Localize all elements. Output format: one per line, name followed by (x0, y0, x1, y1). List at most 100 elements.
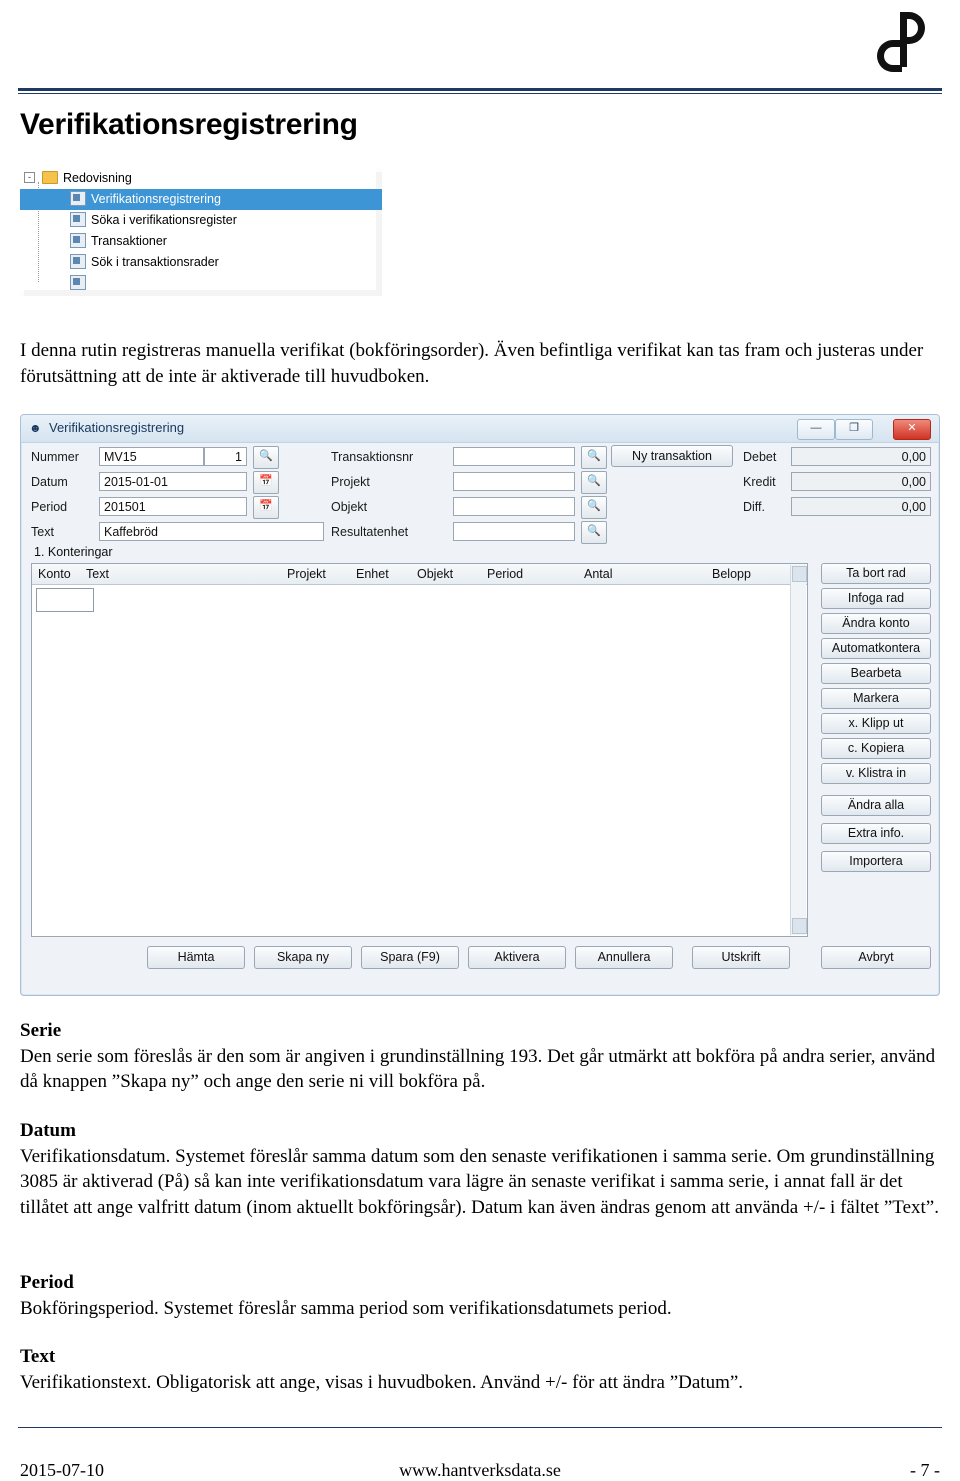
tree-item-soka-i-verifikationsregister[interactable]: Söka i verifikationsregister (20, 210, 376, 231)
side-button-extra-info[interactable]: Extra info. (821, 823, 931, 844)
nummer-nr-input[interactable]: 1 (204, 447, 247, 466)
window-minimize-button[interactable]: — (797, 419, 835, 440)
debet-value: 0,00 (791, 447, 931, 466)
objekt-label: Objekt (331, 500, 368, 514)
document-icon (70, 254, 86, 270)
side-button-andra-konto[interactable]: Ändra konto (821, 613, 931, 634)
projekt-label: Projekt (331, 475, 370, 489)
header-rule (18, 88, 942, 91)
nummer-search-icon[interactable]: 🔍 (253, 446, 279, 469)
scroll-down-button[interactable] (792, 918, 807, 934)
section-serie: Serie Den serie som föreslås är den som … (20, 1018, 940, 1095)
window-maximize-button[interactable]: ❐ (835, 419, 873, 440)
document-icon (70, 275, 86, 291)
side-button-bearbeta[interactable]: Bearbeta (821, 663, 931, 684)
section-body: Bokföringsperiod. Systemet föreslår samm… (20, 1297, 672, 1319)
grid-active-cell[interactable] (36, 588, 94, 612)
kredit-value: 0,00 (791, 472, 931, 491)
grid-col-antal: Antal (584, 567, 613, 581)
intro-paragraph: I denna rutin registreras manuella verif… (20, 340, 924, 387)
resultatenhet-input[interactable] (453, 522, 575, 541)
resultatenhet-search-icon[interactable]: 🔍 (581, 521, 607, 544)
footer-page-number: - 7 - (910, 1460, 940, 1480)
document-icon (70, 191, 86, 207)
section-body: Verifikationsdatum. Systemet föreslår sa… (20, 1145, 939, 1218)
transaktionsnr-label: Transaktionsnr (331, 450, 414, 464)
transaktionsnr-input[interactable] (453, 447, 575, 466)
side-button-kopiera[interactable]: c. Kopiera (821, 738, 931, 759)
grid-col-belopp: Belopp (712, 567, 751, 581)
nummer-label: Nummer (31, 450, 79, 464)
document-icon (70, 233, 86, 249)
konteringar-group-label: 1. Konteringar (31, 545, 116, 559)
window-titlebar: ☻ Verifikationsregistrering — ❐ ✕ (21, 415, 939, 443)
side-button-klistra-in[interactable]: v. Klistra in (821, 763, 931, 784)
tree-inner: - Redovisning Verifikationsregistrering … (20, 168, 382, 291)
ny-transaktion-button[interactable]: Ny transaktion (611, 445, 733, 467)
tree-item-label: Transaktioner (91, 234, 167, 248)
bottom-button-skapa-ny[interactable]: Skapa ny (254, 946, 352, 969)
bottom-button-annullera[interactable]: Annullera (575, 946, 673, 969)
bottom-button-hamta[interactable]: Hämta (147, 946, 245, 969)
grid-col-konto: Konto (38, 567, 71, 581)
period-calendar-icon[interactable]: 📅 (253, 496, 279, 519)
tree-item-transaktioner[interactable]: Transaktioner (20, 231, 376, 252)
section-period: Period Bokföringsperiod. Systemet föresl… (20, 1270, 940, 1321)
page-title: Verifikationsregistrering (20, 108, 358, 141)
header-rule-thin (18, 93, 942, 94)
objekt-search-icon[interactable]: 🔍 (581, 496, 607, 519)
side-button-infoga-rad[interactable]: Infoga rad (821, 588, 931, 609)
app-logo-icon: ☻ (29, 421, 42, 435)
side-button-ta-bort-rad[interactable]: Ta bort rad (821, 563, 931, 584)
window-close-button[interactable]: ✕ (893, 419, 931, 440)
footer-site: www.hantverksdata.se (399, 1460, 561, 1480)
tree-item-redovisning[interactable]: Redovisning (20, 168, 376, 189)
grid-col-projekt: Projekt (287, 567, 326, 581)
bottom-button-utskrift[interactable]: Utskrift (692, 946, 790, 969)
bottom-button-spara[interactable]: Spara (F9) (361, 946, 459, 969)
section-heading: Period (20, 1272, 74, 1293)
section-text: Text Verifikationstext. Obligatorisk att… (20, 1344, 940, 1395)
resultatenhet-label: Resultatenhet (331, 525, 409, 539)
ab-logo (866, 10, 938, 76)
side-button-importera[interactable]: Importera (821, 851, 931, 872)
section-body: Den serie som föreslås är den som är ang… (20, 1045, 936, 1093)
tree-item-label: Sök i transaktionsrader (91, 255, 219, 269)
section-heading: Datum (20, 1120, 76, 1141)
section-heading: Serie (20, 1020, 62, 1041)
tree-item-verifikationsregistrering[interactable]: Verifikationsregistrering (20, 189, 382, 210)
bottom-button-aktivera[interactable]: Aktivera (468, 946, 566, 969)
grid-col-objekt: Objekt (417, 567, 454, 581)
tree-item-partial[interactable] (20, 273, 376, 294)
projekt-input[interactable] (453, 472, 575, 491)
side-button-klipp-ut[interactable]: x. Klipp ut (821, 713, 931, 734)
objekt-input[interactable] (453, 497, 575, 516)
transaktionsnr-search-icon[interactable]: 🔍 (581, 446, 607, 469)
grid-col-enhet: Enhet (356, 567, 389, 581)
diff-value: 0,00 (791, 497, 931, 516)
period-label: Period (31, 500, 68, 514)
document-page: Verifikationsregistrering - Redovisning … (0, 0, 960, 1480)
document-icon (70, 212, 86, 228)
bottom-button-avbryt[interactable]: Avbryt (821, 946, 931, 969)
projekt-search-icon[interactable]: 🔍 (581, 471, 607, 494)
text-input[interactable]: Kaffebröd (99, 522, 324, 541)
footer-rule (18, 1427, 942, 1428)
datum-input[interactable]: 2015-01-01 (99, 472, 247, 491)
datum-calendar-icon[interactable]: 📅 (253, 471, 279, 494)
nummer-serie-input[interactable]: MV15 (99, 447, 204, 466)
period-input[interactable]: 201501 (99, 497, 247, 516)
section-heading: Text (20, 1346, 56, 1367)
tree-item-sok-i-transaktionsrader[interactable]: Sök i transaktionsrader (20, 252, 376, 273)
konteringar-grid[interactable]: Konto Text Projekt Enhet Objekt Period A… (31, 563, 808, 937)
side-button-andra-alla[interactable]: Ändra alla (821, 795, 931, 816)
side-button-automatkontera[interactable]: Automatkontera (821, 638, 931, 659)
folder-icon (42, 171, 58, 185)
side-button-markera[interactable]: Markera (821, 688, 931, 709)
grid-vertical-scrollbar[interactable] (790, 565, 807, 935)
scroll-up-button[interactable] (792, 566, 807, 582)
app-window-screenshot: ☻ Verifikationsregistrering — ❐ ✕ Nummer… (20, 414, 940, 996)
grid-col-period: Period (487, 567, 524, 581)
tree-item-label: Verifikationsregistrering (91, 192, 221, 206)
datum-label: Datum (31, 475, 68, 489)
